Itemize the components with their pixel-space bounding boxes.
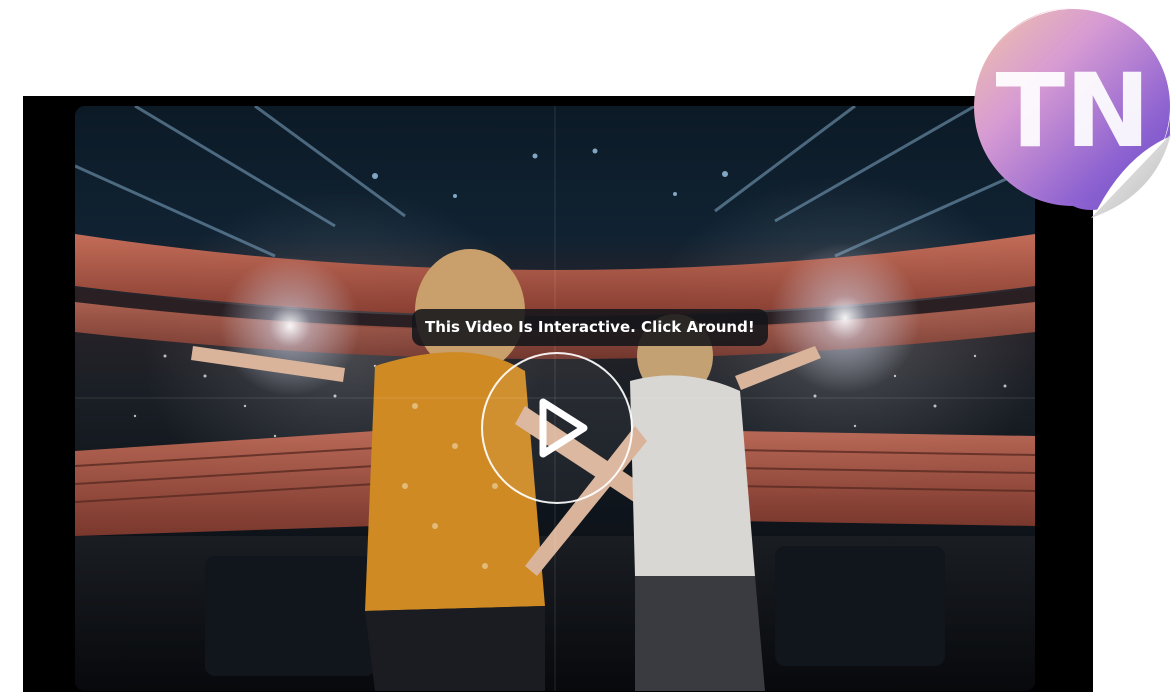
video-frame[interactable]: This Video Is Interactive. Click Around! [75, 106, 1035, 691]
page: This Video Is Interactive. Click Around! [0, 0, 1171, 692]
play-icon [539, 398, 588, 458]
video-player[interactable]: This Video Is Interactive. Click Around! [23, 96, 1093, 692]
logo-text: TN [996, 52, 1151, 171]
tn-sticker-logo[interactable]: TN [973, 6, 1171, 228]
interactive-tooltip: This Video Is Interactive. Click Around! [412, 309, 768, 346]
play-button[interactable] [481, 352, 633, 504]
